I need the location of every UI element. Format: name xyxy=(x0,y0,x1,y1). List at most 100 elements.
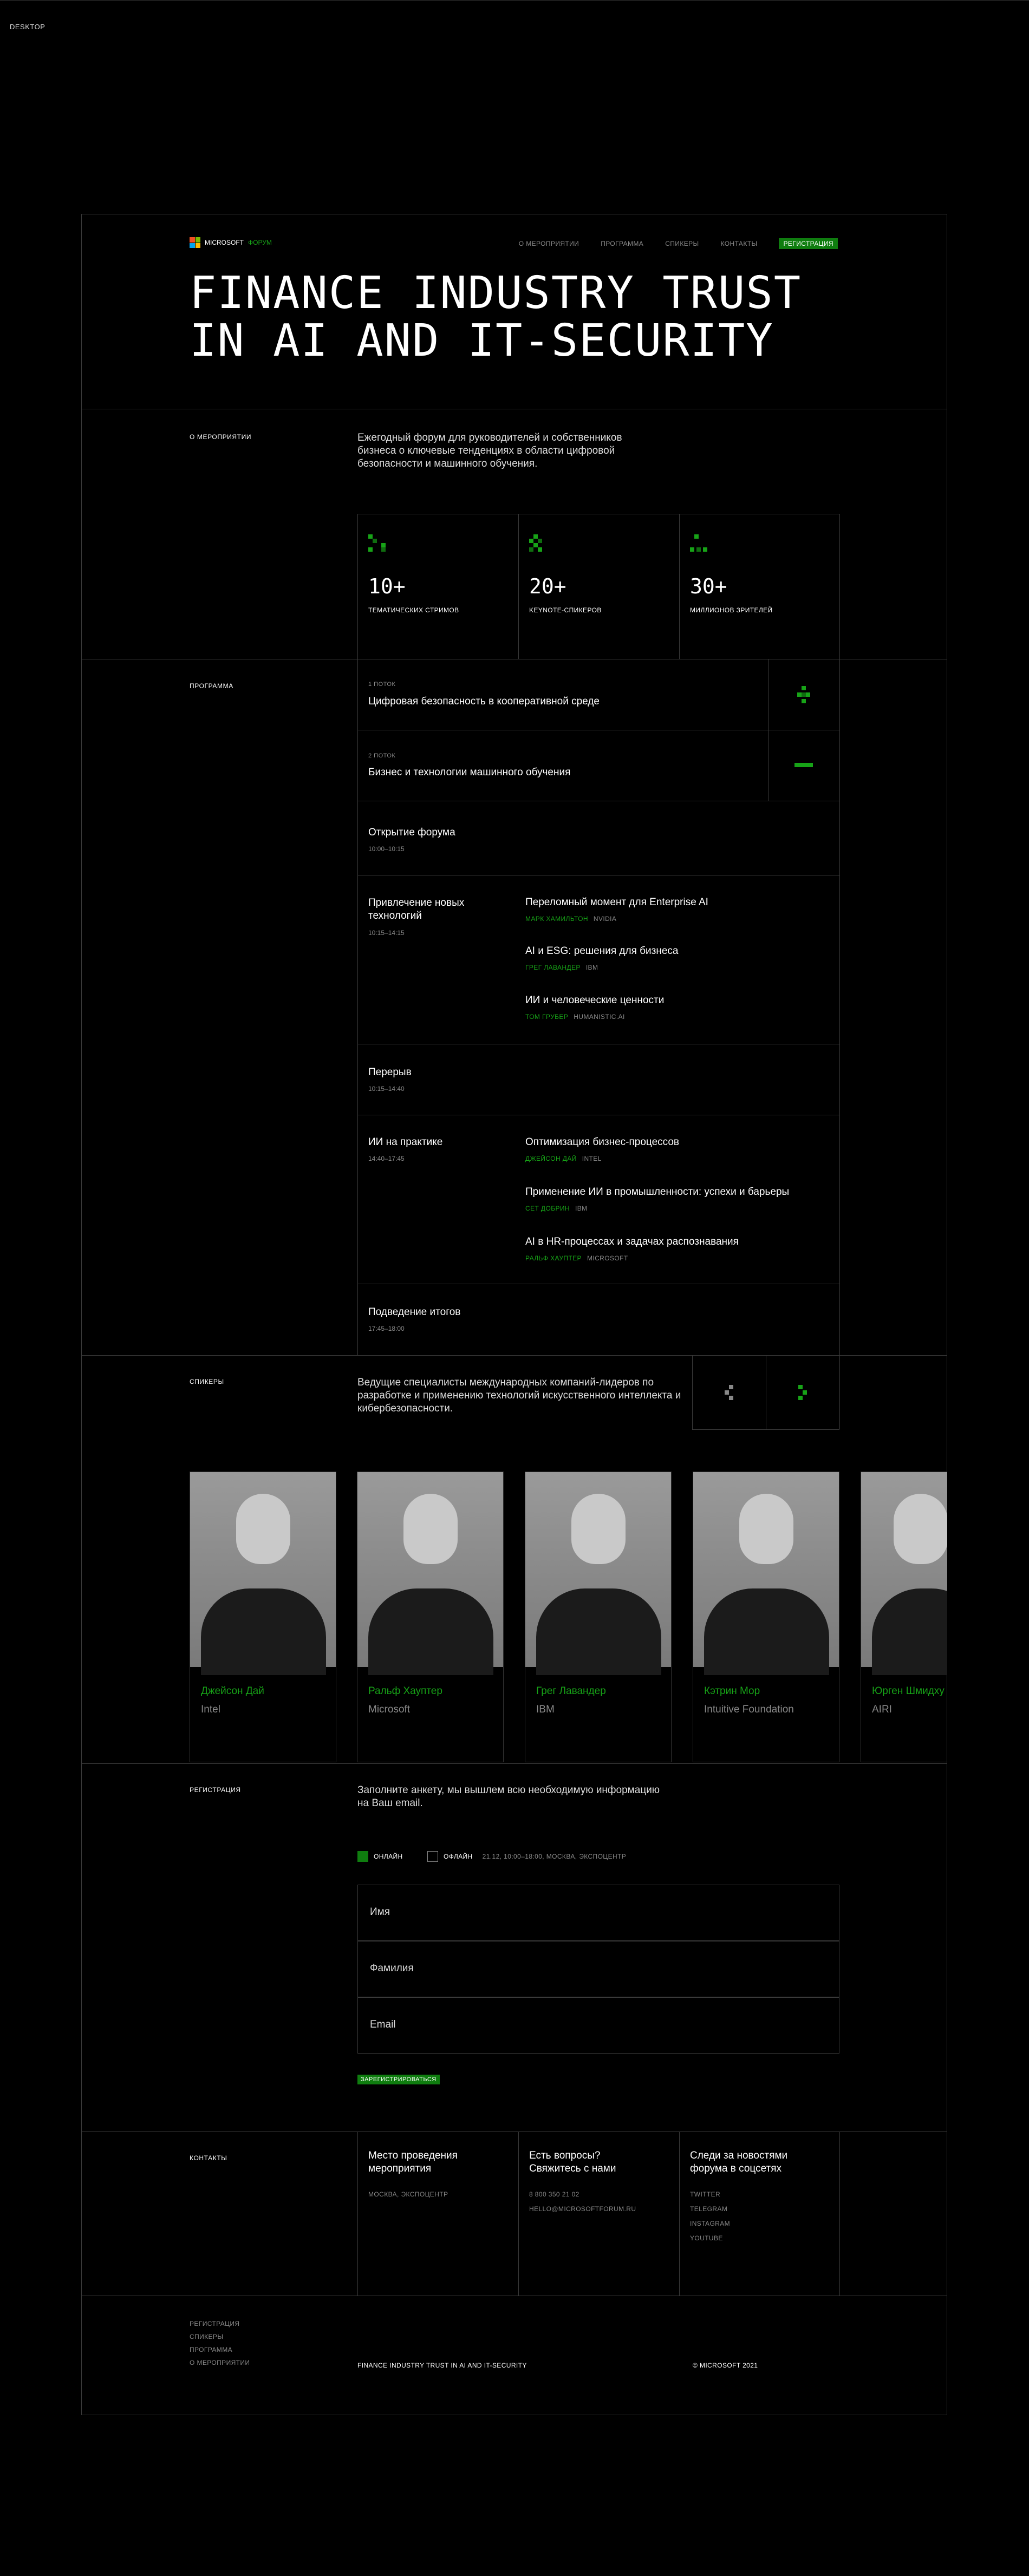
talk-company: INTEL xyxy=(582,1155,602,1162)
speaker-body xyxy=(536,1588,661,1675)
speaker-body xyxy=(368,1588,493,1675)
stat-viewers: 30+ МИЛЛИОНОВ ЗРИТЕЛЕЙ xyxy=(679,514,841,659)
speaker-card[interactable]: Юрген Шмидху AIRI xyxy=(861,1472,947,1762)
speaker-card[interactable]: Кэтрин Мор Intuitive Foundation xyxy=(693,1472,839,1762)
collapse-icon[interactable] xyxy=(790,751,818,780)
social-link-telegram[interactable]: TELEGRAM xyxy=(690,2202,847,2217)
stream-row[interactable]: 1 ПОТОК Цифровая безопасность в кооперат… xyxy=(357,659,768,730)
divider xyxy=(839,1355,840,1429)
talk-speaker: ГРЕГ ЛАВАНДЕР xyxy=(525,964,581,971)
talk-company: NVIDIA xyxy=(593,915,617,923)
stat-caption: KEYNOTE-СПИКЕРОВ xyxy=(529,606,602,614)
logo-square xyxy=(190,243,195,248)
speaker-card[interactable]: Грег Лавандер IBM xyxy=(525,1472,672,1762)
talk-title: Оптимизация бизнес-процессов xyxy=(525,1136,680,1148)
brand-sub: ФОРУМ xyxy=(248,239,272,246)
nav-item-contacts[interactable]: КОНТАКТЫ xyxy=(721,240,758,247)
register-submit-button[interactable]: ЗАРЕГИСТРИРОВАТЬСЯ xyxy=(357,2075,440,2084)
speaker-company: Intel xyxy=(201,1704,220,1715)
talk-title: ИИ и человеческие ценности xyxy=(525,995,665,1006)
contact-social: Следи за новостями форума в соцсетях TWI… xyxy=(690,2149,847,2246)
stat-caption: ТЕМАТИЧЕСКИХ СТРИМОВ xyxy=(368,606,459,614)
talk-item[interactable]: Оптимизация бизнес-процессов ДЖЕЙСОН ДАЙ… xyxy=(525,1136,679,1163)
talk-company: MICROSOFT xyxy=(587,1254,628,1262)
section-label-speakers: СПИКЕРЫ xyxy=(190,1378,224,1385)
speaker-photo xyxy=(693,1472,839,1675)
nav-item-program[interactable]: ПРОГРАММА xyxy=(601,240,643,247)
arrow-right-icon[interactable] xyxy=(789,1378,817,1407)
social-link-youtube[interactable]: YOUTUBE xyxy=(690,2231,847,2246)
contact-email[interactable]: HELLO@MICROSOFTFORUM.RU xyxy=(529,2202,686,2217)
first-name-input[interactable] xyxy=(369,1906,826,1919)
footer-link-register[interactable]: РЕГИСТРАЦИЯ xyxy=(190,2317,250,2330)
online-option[interactable]: ОНЛАЙН xyxy=(357,1851,403,1862)
speaker-company: AIRI xyxy=(872,1704,892,1715)
talk-company: HUMANISTIC.AI xyxy=(574,1013,625,1021)
talk-company: IBM xyxy=(575,1205,588,1212)
talk-item[interactable]: AI и ESG: решения для бизнеса ГРЕГ ЛАВАН… xyxy=(525,945,679,972)
email-input[interactable] xyxy=(369,2018,826,2031)
pixel-icon xyxy=(690,534,707,552)
stream-row[interactable]: 2 ПОТОК Бизнес и технологии машинного об… xyxy=(357,730,768,801)
minus-pixel-icon xyxy=(794,763,813,767)
last-name-field[interactable] xyxy=(357,1941,839,1997)
contact-title: Следи за новостями форума в соцсетях xyxy=(690,2150,788,2174)
about-text: Ежегодный форум для руководителей и собс… xyxy=(357,432,622,469)
offline-label: ОФЛАЙН xyxy=(444,1853,473,1860)
talk-item[interactable]: ИИ и человеческие ценности ТОМ ГРУБЕР HUM… xyxy=(525,995,664,1022)
social-link-twitter[interactable]: TWITTER xyxy=(690,2187,847,2202)
footer-link-about[interactable]: О МЕРОПРИЯТИИ xyxy=(190,2356,250,2369)
social-link-instagram[interactable]: INSTAGRAM xyxy=(690,2217,847,2231)
first-name-field[interactable] xyxy=(357,1885,839,1941)
talk-speaker: СЕТ ДОБРИН xyxy=(525,1205,570,1212)
section-label-registration: РЕГИСТРАЦИЯ xyxy=(190,1786,241,1794)
session-title: Перерыв xyxy=(368,1067,412,1078)
divider xyxy=(692,1429,839,1430)
divider xyxy=(357,2132,358,2296)
speaker-body xyxy=(704,1588,829,1675)
last-name-input[interactable] xyxy=(369,1962,826,1975)
divider xyxy=(839,659,840,1355)
session-block: Привлечение новых технологий 10:15–14:15… xyxy=(357,875,839,1044)
speaker-card[interactable]: Джейсон Дай Intel xyxy=(190,1472,336,1762)
expand-icon[interactable] xyxy=(790,681,818,709)
brand-logo[interactable]: MICROSOFT ФОРУМ xyxy=(190,237,272,248)
top-divider xyxy=(0,0,1029,1)
talk-title: Переломный момент для Enterprise AI xyxy=(525,897,708,908)
logo-square xyxy=(190,237,195,243)
contact-title: Место проведения мероприятия xyxy=(368,2150,458,2174)
speaker-company: IBM xyxy=(536,1704,555,1715)
stream-title: Бизнес и технологии машинного обучения xyxy=(368,767,571,778)
hero-title: FINANCE INDUSTRY TRUST IN AI AND IT-SECU… xyxy=(190,267,802,367)
divider xyxy=(81,1355,947,1356)
nav-item-about[interactable]: О МЕРОПРИЯТИИ xyxy=(519,240,579,247)
stat-value: 10+ xyxy=(368,574,406,598)
contact-title: Есть вопросы? Свяжитесь с нами xyxy=(529,2150,616,2174)
section-label-contacts: КОНТАКТЫ xyxy=(190,2154,227,2162)
offline-option[interactable]: ОФЛАЙН 21.12, 10:00–18:00, МОСКВА, ЭКСПО… xyxy=(427,1851,626,1862)
session-title: ИИ на практике xyxy=(368,1136,443,1148)
footer-link-speakers[interactable]: СПИКЕРЫ xyxy=(190,2330,250,2343)
footer-link-program[interactable]: ПРОГРАММА xyxy=(190,2343,250,2356)
talk-title: Применение ИИ в промышленности: успехи и… xyxy=(525,1186,790,1198)
footer-title: FINANCE INDUSTRY TRUST IN AI AND IT-SECU… xyxy=(357,2362,527,2369)
email-field[interactable] xyxy=(357,1997,839,2054)
speaker-head xyxy=(571,1494,626,1564)
nav-item-speakers[interactable]: СПИКЕРЫ xyxy=(665,240,699,247)
arrow-left-icon[interactable] xyxy=(715,1378,743,1407)
speaker-card[interactable]: Ральф Хауптер Microsoft xyxy=(357,1472,504,1762)
session-title: Открытие форума xyxy=(368,827,455,838)
talk-item[interactable]: Переломный момент для Enterprise AI МАРК… xyxy=(525,897,708,924)
talk-title: AI и ESG: решения для бизнеса xyxy=(525,945,679,957)
divider xyxy=(81,1763,947,1764)
contact-lines: TWITTER TELEGRAM INSTAGRAM YOUTUBE xyxy=(690,2187,847,2246)
talk-speaker: МАРК ХАМИЛЬТОН xyxy=(525,915,588,923)
talk-company: IBM xyxy=(585,964,598,971)
talk-item[interactable]: Применение ИИ в промышленности: успехи и… xyxy=(525,1186,789,1213)
online-checkbox[interactable] xyxy=(357,1851,368,1862)
contact-phone[interactable]: 8 800 350 21 02 xyxy=(529,2187,686,2202)
next-pixel-icon xyxy=(798,1385,807,1400)
offline-checkbox[interactable] xyxy=(427,1851,438,1862)
nav-register-button[interactable]: РЕГИСТРАЦИЯ xyxy=(779,238,838,249)
talk-item[interactable]: AI в HR-процессах и задачах распознавани… xyxy=(525,1236,739,1263)
